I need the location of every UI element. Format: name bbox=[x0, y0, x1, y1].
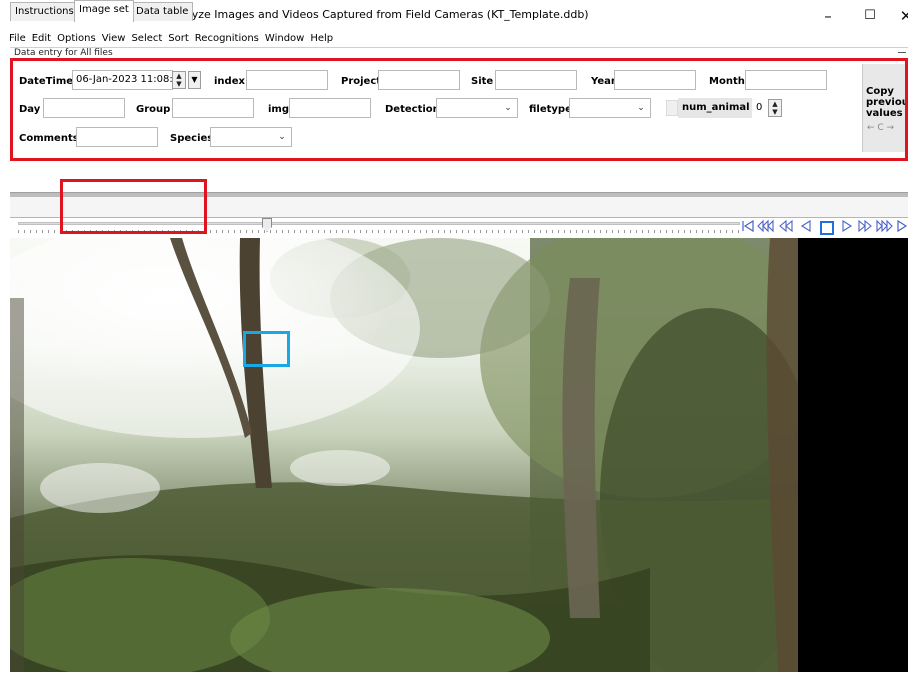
next-icon bbox=[842, 220, 853, 232]
forest-photo bbox=[10, 238, 798, 672]
skip-first-icon bbox=[742, 219, 754, 233]
rewind-icon bbox=[779, 219, 793, 233]
tab-image-set[interactable]: Image set bbox=[74, 0, 134, 22]
menu-view[interactable]: View bbox=[99, 31, 129, 46]
fast-rewind-icon bbox=[757, 219, 774, 233]
menu-edit[interactable]: Edit bbox=[29, 31, 54, 46]
previous-image-button[interactable] bbox=[799, 219, 813, 236]
fast-forward-button[interactable] bbox=[876, 219, 894, 236]
menu-select[interactable]: Select bbox=[128, 31, 165, 46]
highlight-tabs-box bbox=[60, 179, 207, 234]
menu-options[interactable]: Options bbox=[54, 31, 99, 46]
divider bbox=[10, 47, 908, 48]
fast-forward-icon bbox=[876, 219, 893, 233]
fast-back-button[interactable] bbox=[757, 219, 775, 236]
maximize-button[interactable]: ☐ bbox=[850, 4, 890, 28]
last-image-button[interactable] bbox=[896, 219, 908, 236]
previous-icon bbox=[800, 220, 811, 232]
minimize-button[interactable]: – bbox=[808, 4, 848, 28]
timelapse-window: Timelapse: Helping You Analyze Images an… bbox=[0, 0, 908, 674]
tab-data-table[interactable]: Data table bbox=[131, 2, 194, 21]
menu-recognitions[interactable]: Recognitions bbox=[192, 31, 262, 46]
page-forward-button[interactable] bbox=[856, 219, 874, 236]
left-margin bbox=[0, 197, 10, 674]
menu-help[interactable]: Help bbox=[307, 31, 336, 46]
menu-file[interactable]: File bbox=[6, 31, 29, 46]
next-image-button[interactable] bbox=[840, 219, 854, 236]
forward-icon bbox=[858, 219, 872, 233]
panel-dash bbox=[898, 52, 906, 53]
detection-bounding-box bbox=[243, 331, 290, 367]
close-button[interactable]: ✕ bbox=[886, 4, 908, 28]
menu-sort[interactable]: Sort bbox=[165, 31, 192, 46]
highlight-data-entry-box bbox=[10, 58, 908, 161]
menu-window[interactable]: Window bbox=[262, 31, 307, 46]
tab-instructions[interactable]: Instructions bbox=[10, 2, 79, 21]
image-letterbox bbox=[798, 238, 908, 672]
current-image-button[interactable] bbox=[820, 221, 834, 235]
first-image-button[interactable] bbox=[741, 219, 755, 236]
camera-trap-image[interactable] bbox=[10, 238, 798, 672]
skip-last-icon bbox=[897, 219, 908, 233]
menu-bar: File Edit Options View Select Sort Recog… bbox=[6, 31, 336, 46]
page-back-button[interactable] bbox=[777, 219, 795, 236]
